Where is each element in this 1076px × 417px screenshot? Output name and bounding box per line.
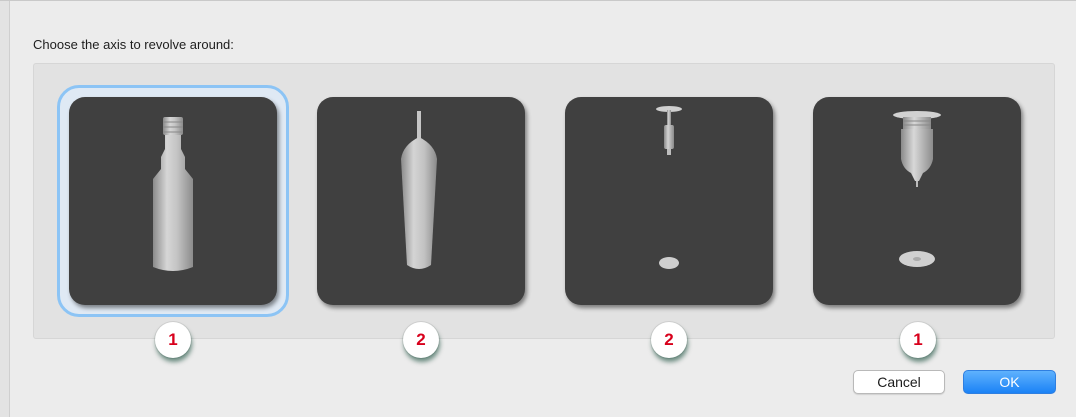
revolve-axis-dialog: Choose the axis to revolve around: 1 2 2… [0,0,1076,417]
bottle-icon [153,117,193,271]
axis-option-3-preview [565,97,773,305]
option-2-marker: 2 [403,322,439,358]
tapered-candle-icon [401,111,437,269]
axis-option-2-preview [317,97,525,305]
axis-option-2[interactable] [317,97,525,305]
option-1-marker: 1 [155,322,191,358]
option-3-marker: 2 [651,322,687,358]
cancel-button[interactable]: Cancel [853,370,945,394]
axis-option-4[interactable] [813,97,1021,305]
option-4-marker: 1 [900,322,936,358]
ok-button[interactable]: OK [963,370,1056,394]
axis-option-1-preview [69,97,277,305]
axis-prompt-label: Choose the axis to revolve around: [33,37,234,52]
window-edge [0,1,10,417]
nozzle-and-disc-icon [893,111,941,267]
axis-option-1[interactable] [57,85,289,317]
pin-and-disc-icon [656,106,682,269]
axis-option-3[interactable] [565,97,773,305]
axis-option-4-preview [813,97,1021,305]
